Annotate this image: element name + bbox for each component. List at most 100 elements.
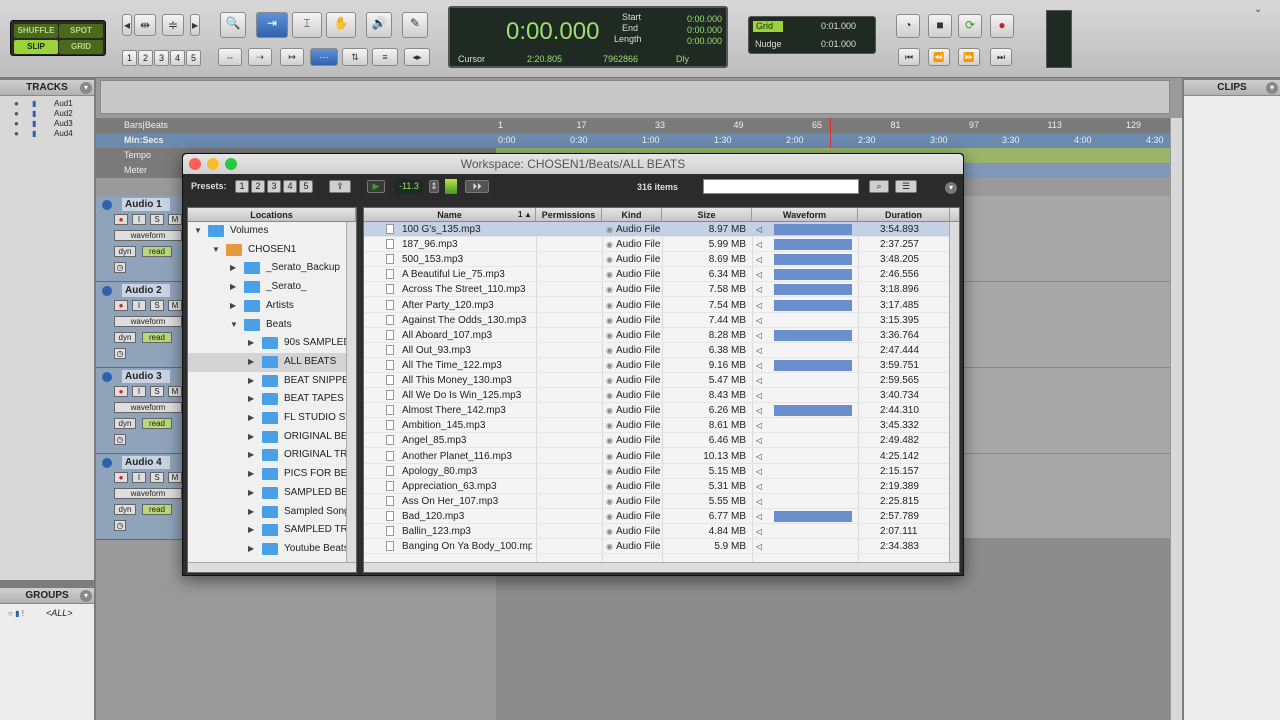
nudge-value[interactable]: 0:01.000 <box>821 39 856 49</box>
stop-icon[interactable]: ■ <box>928 14 952 38</box>
disclosure-triangle-icon[interactable]: ▶ <box>248 465 254 484</box>
record-enable-icon[interactable]: ● <box>114 386 128 397</box>
view-options-icon[interactable]: ☰ <box>895 180 917 193</box>
link-timeline-icon[interactable]: ⇔ <box>218 48 242 66</box>
zoom-in-arrow-icon[interactable]: ▸ <box>190 14 200 36</box>
zoomer-tool-icon[interactable]: 🔍 <box>220 12 246 38</box>
preset-3-button[interactable]: 3 <box>267 180 281 193</box>
file-row[interactable]: All Out_93.mp3 ◉ Audio File 6.38 MB ◁ 2:47.44… <box>364 343 959 358</box>
file-row[interactable]: All This Money_130.mp3 ◉ Audio File 5.47 MB… <box>364 373 959 389</box>
zoom-vertical-icon[interactable]: ≑ <box>162 14 184 36</box>
disclosure-triangle-icon[interactable]: ▶ <box>230 278 236 297</box>
zoom-preset-3[interactable]: 3 <box>154 50 169 66</box>
zoom-horizontal-icon[interactable]: ⇹ <box>134 14 156 36</box>
track-name-field[interactable]: Audio 1 <box>122 198 170 211</box>
tab-to-transients-icon[interactable]: ⋯ <box>310 48 338 66</box>
speaker-icon[interactable]: ◁ <box>756 433 762 448</box>
location-item[interactable]: ▶ _Serato_ <box>188 278 356 297</box>
zoom-preset-1[interactable]: 1 <box>122 50 137 66</box>
mute-button[interactable]: M <box>168 214 182 225</box>
grabber-tool-icon[interactable]: ✋ <box>326 12 356 38</box>
track-view-selector[interactable]: waveform <box>114 316 182 327</box>
record-enable-icon[interactable]: ● <box>114 214 128 225</box>
insertion-follows-icon[interactable]: ↦ <box>280 48 304 66</box>
speaker-icon[interactable]: ◁ <box>756 373 762 388</box>
rewind-icon[interactable]: ⏪ <box>928 48 950 66</box>
file-row[interactable]: Appreciation_63.mp3 ◉ Audio File 5.31 MB ◁ 2:… <box>364 479 959 494</box>
automation-mode-selector[interactable]: read <box>142 246 172 257</box>
waveform-preview[interactable] <box>774 269 852 281</box>
dyn-button[interactable]: dyn <box>114 418 136 429</box>
track-list-item[interactable]: ● ▮ Aud2 <box>0 109 94 119</box>
minimize-icon[interactable] <box>207 158 219 170</box>
show-dot-icon[interactable]: ● <box>14 109 19 118</box>
location-item[interactable]: ▶ BEAT SNIPPETS <box>188 372 356 391</box>
fast-forward-icon[interactable]: ⏩ <box>958 48 980 66</box>
search-icon[interactable]: ⌕ <box>869 180 889 193</box>
start-value[interactable]: 0:00.000 <box>662 14 722 24</box>
zoom-preset-2[interactable]: 2 <box>138 50 153 66</box>
mute-button[interactable]: M <box>168 472 182 483</box>
location-item[interactable]: ▶SAMPLED TRACKS <box>188 521 356 540</box>
location-item[interactable]: ▶ Sampled Songs <box>188 503 356 522</box>
file-row[interactable]: Ballin_123.mp3 ◉ Audio File 4.84 MB ◁ 2:07.11… <box>364 524 959 540</box>
delay-label[interactable]: Dly <box>676 54 689 64</box>
preset-1-button[interactable]: 1 <box>235 180 249 193</box>
automation-mode-selector[interactable]: read <box>142 332 172 343</box>
location-item[interactable]: ▶ FL STUDIO ST <box>188 409 356 428</box>
timebase-icon[interactable]: ◷ <box>114 262 126 273</box>
disclosure-triangle-icon[interactable]: ▶ <box>248 540 254 559</box>
record-icon[interactable]: ● <box>990 14 1014 38</box>
level-stepper-icon[interactable]: ⇕ <box>429 180 439 193</box>
new-folder-icon[interactable]: ⇪ <box>329 180 351 193</box>
preview-level-value[interactable]: -11.3 <box>395 179 423 194</box>
solo-button[interactable]: S <box>150 472 164 483</box>
track-header[interactable]: Audio 1 ● I S Mwaveform dyn read ◷ <box>96 196 184 282</box>
disclosure-triangle-icon[interactable]: ▶ <box>230 259 236 278</box>
automation-mode-selector[interactable]: read <box>142 418 172 429</box>
waveform-preview[interactable] <box>774 284 852 296</box>
waveform-preview[interactable] <box>774 359 852 371</box>
mode-shuffle-button[interactable]: SHUFFLE <box>14 24 58 38</box>
speaker-icon[interactable]: ◁ <box>756 358 762 373</box>
grid-label[interactable]: Grid <box>753 21 783 32</box>
location-item[interactable]: ▶PICS FOR BEATS <box>188 465 356 484</box>
location-item[interactable]: ▼ CHOSEN1 <box>188 241 356 260</box>
file-row[interactable]: 500_153.mp3 ◉ Audio File 8.69 MB ◁ 3:48.205 <box>364 252 959 268</box>
disclosure-triangle-icon[interactable]: ▶ <box>248 484 254 503</box>
show-dot-icon[interactable]: ● <box>14 129 19 138</box>
track-select-icon[interactable] <box>102 458 112 468</box>
location-item[interactable]: ▶SAMPLED BEATS <box>188 484 356 503</box>
file-row[interactable]: 187_96.mp3 ◉ Audio File 5.99 MB ◁ 2:37.257 <box>364 237 959 253</box>
speaker-icon[interactable]: ◁ <box>756 313 762 328</box>
disclosure-triangle-icon[interactable]: ▶ <box>248 390 254 409</box>
kind-column-header[interactable]: Kind <box>602 208 662 222</box>
dyn-button[interactable]: dyn <box>114 332 136 343</box>
speaker-icon[interactable]: ◁ <box>756 252 762 267</box>
grid-value[interactable]: 0:01.000 <box>821 21 856 31</box>
location-item[interactable]: ▶ORIGINAL BEATS <box>188 428 356 447</box>
playhead-marker[interactable] <box>830 118 831 148</box>
workspace-search-input[interactable] <box>703 179 859 194</box>
speaker-icon[interactable]: ◁ <box>756 343 762 358</box>
size-column-header[interactable]: Size <box>662 208 752 222</box>
disclosure-triangle-icon[interactable]: ▶ <box>230 297 236 316</box>
automation-follows-icon[interactable]: ≡ <box>372 48 398 66</box>
play-icon[interactable]: ⟳ <box>958 14 982 38</box>
track-list-item[interactable]: ● ▮ Aud4 <box>0 129 94 139</box>
input-monitor-button[interactable]: I <box>132 386 146 397</box>
file-row[interactable]: All The Time_122.mp3 ◉ Audio File 9.16 MB ◁ 3… <box>364 358 959 373</box>
locations-header[interactable]: Locations <box>188 208 356 222</box>
disclosure-triangle-icon[interactable]: ▶ <box>248 428 254 447</box>
duration-column-header[interactable]: Duration <box>858 208 950 222</box>
bars-beats-ruler[interactable]: Bars|Beats 1 17 33 49 65 81 97 113 129 <box>96 118 1182 133</box>
waveform-preview[interactable] <box>774 239 852 251</box>
mode-slip-button[interactable]: SLIP <box>14 40 58 54</box>
preset-4-button[interactable]: 4 <box>283 180 297 193</box>
disclosure-triangle-icon[interactable]: ▼ <box>212 241 220 260</box>
location-item[interactable]: ▶ORIGINAL TRACKS <box>188 446 356 465</box>
speaker-icon[interactable]: ◁ <box>756 479 762 494</box>
tracks-menu-icon[interactable]: ▾ <box>80 82 92 94</box>
group-dot-icon[interactable]: ○ ▮ ! <box>8 609 24 618</box>
speaker-icon[interactable]: ◁ <box>756 222 762 237</box>
